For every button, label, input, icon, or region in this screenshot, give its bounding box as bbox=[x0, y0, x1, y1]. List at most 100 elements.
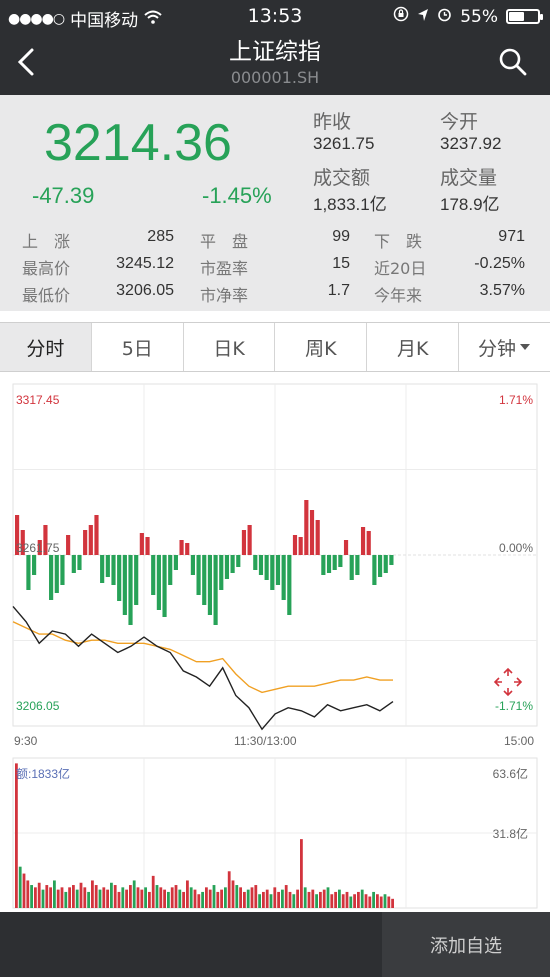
volume-bar-down bbox=[349, 896, 353, 908]
alarm-icon bbox=[437, 7, 452, 27]
footer-bar: 添加自选 bbox=[0, 912, 550, 977]
breadth-bar-up bbox=[304, 500, 309, 555]
breadth-bar-down bbox=[355, 555, 360, 575]
stock-code: 000001.SH bbox=[230, 68, 320, 87]
breadth-bar-up bbox=[247, 525, 252, 555]
expand-arrows-icon bbox=[493, 667, 523, 697]
volume-bar-up bbox=[296, 889, 299, 908]
tab-intraday[interactable]: 分时 bbox=[0, 323, 92, 371]
breadth-bar-down bbox=[134, 555, 139, 605]
breadth-bar-up bbox=[83, 530, 88, 555]
volume-bar-down bbox=[64, 891, 68, 908]
breadth-bar-down bbox=[264, 555, 269, 580]
volume-bar-up bbox=[34, 887, 37, 908]
volume-max-label: 63.6亿 bbox=[492, 767, 528, 781]
breadth-bar-up bbox=[366, 531, 371, 555]
volume-bar-up bbox=[197, 894, 201, 908]
volume-bar-up bbox=[345, 891, 349, 908]
tab-minute[interactable]: 分钟 bbox=[459, 323, 550, 371]
price-change-pct: -1.45% bbox=[202, 183, 272, 208]
breadth-bar-down bbox=[128, 555, 133, 625]
volume-bar-up bbox=[174, 885, 178, 908]
volume-bar-up bbox=[231, 880, 235, 908]
volume-bar-up bbox=[307, 891, 311, 908]
volume-bar-up bbox=[49, 887, 52, 908]
open-price: 今开 3237.92 bbox=[440, 111, 502, 153]
breadth-bar-down bbox=[236, 555, 241, 567]
add-watchlist-button[interactable]: 添加自选 bbox=[382, 912, 550, 977]
volume-bar-up bbox=[151, 875, 155, 908]
breadth-bar-down bbox=[338, 555, 343, 567]
volume-bar-down bbox=[121, 887, 125, 908]
volume-bar-up bbox=[106, 889, 109, 908]
volume-bar-up bbox=[250, 887, 254, 908]
caret-down-icon bbox=[520, 344, 531, 350]
volume-bar-down bbox=[167, 891, 170, 908]
volume-bar-up bbox=[353, 894, 356, 908]
search-button[interactable] bbox=[498, 47, 528, 77]
volume-bar-down bbox=[326, 887, 330, 908]
breadth-bar-up bbox=[185, 543, 190, 555]
breadth-bar-up bbox=[343, 540, 349, 555]
y-mid-pct-label: 0.00% bbox=[498, 541, 533, 555]
fullscreen-button[interactable] bbox=[492, 666, 524, 698]
volume-bar-down bbox=[338, 889, 341, 908]
volume-bar-up bbox=[284, 885, 288, 908]
volume-bar-up bbox=[387, 896, 391, 908]
breadth-bar-up bbox=[309, 510, 315, 555]
volume-bar-up bbox=[243, 891, 246, 908]
volume-bar-down bbox=[258, 894, 261, 908]
breadth-bar-down bbox=[151, 555, 156, 595]
stats-row: 上 涨 285 平 盘 99 下 跌 971 bbox=[22, 226, 532, 253]
volume-bar-up bbox=[72, 885, 75, 908]
volume-bar-down bbox=[315, 894, 318, 908]
breadth-bar-down bbox=[122, 555, 127, 615]
breadth-bar-down bbox=[156, 555, 161, 610]
price-change: -47.39 bbox=[32, 183, 95, 208]
breadth-bar-down bbox=[60, 555, 65, 585]
volume-bar-up bbox=[79, 882, 83, 908]
stat-label: 最低价 bbox=[22, 286, 71, 305]
volume-bar-up bbox=[239, 887, 242, 908]
intraday-chart[interactable]: 3317.45 1.71% 3261.75 0.00% 3206.05 -1.7… bbox=[0, 372, 550, 912]
turnover-volume: 成交量 178.9亿 bbox=[440, 167, 500, 214]
y-max-pct-label: 1.71% bbox=[498, 393, 533, 407]
tab-5day[interactable]: 5日 bbox=[91, 323, 184, 371]
volume-bar-down bbox=[18, 866, 22, 908]
tab-weekly-k[interactable]: 周K bbox=[275, 323, 368, 371]
volume-bar-up bbox=[148, 891, 151, 908]
breadth-bar-down bbox=[281, 555, 286, 600]
volume-bar-down bbox=[224, 887, 227, 908]
volume-bar-up bbox=[102, 887, 106, 908]
page-title: 上证综指 bbox=[229, 39, 321, 65]
volume-bar-up bbox=[91, 880, 94, 908]
volume-bar-up bbox=[129, 885, 132, 908]
breadth-bar-down bbox=[258, 555, 264, 575]
volume-bar-up bbox=[341, 894, 345, 908]
volume-bar-up bbox=[227, 871, 231, 908]
volume-bar-up bbox=[94, 885, 98, 908]
volume-bar-up bbox=[311, 889, 315, 908]
volume-bar-up bbox=[322, 889, 326, 908]
breadth-bar-up bbox=[179, 540, 184, 555]
breadth-bar-down bbox=[230, 555, 235, 573]
breadth-bar-up bbox=[298, 537, 303, 555]
header: ●●●●○ 中国移动 13:53 55% 上证综指 000001.SH bbox=[0, 0, 550, 95]
volume-bar-down bbox=[281, 889, 284, 908]
breadth-bar-down bbox=[71, 555, 76, 573]
stat-label: 市盈率 bbox=[200, 259, 249, 278]
stat-value: 3245.12 bbox=[116, 255, 174, 272]
volume-bar-down bbox=[246, 889, 250, 908]
stat-value: 285 bbox=[147, 228, 174, 245]
y-max-label: 3317.45 bbox=[16, 393, 60, 407]
tab-monthly-k[interactable]: 月K bbox=[367, 323, 460, 371]
volume-bar-up bbox=[300, 839, 303, 908]
volume-bar-up bbox=[262, 891, 265, 908]
volume-bar-up bbox=[254, 885, 258, 908]
tab-daily-k[interactable]: 日K bbox=[183, 323, 276, 371]
volume-bar-up bbox=[60, 887, 64, 908]
price-line bbox=[12, 605, 394, 731]
breadth-bar-down bbox=[275, 555, 281, 585]
chart-canvas bbox=[12, 383, 538, 909]
volume-bar-down bbox=[292, 894, 296, 908]
